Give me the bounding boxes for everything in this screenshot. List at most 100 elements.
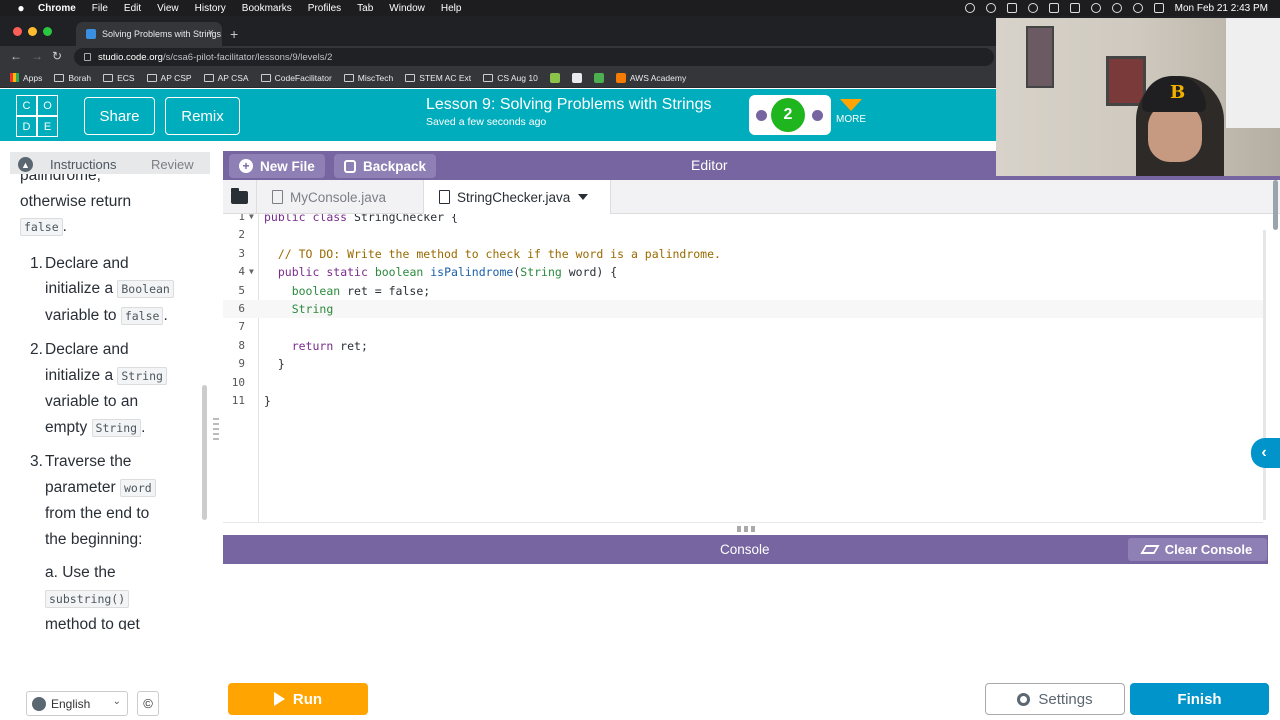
code-line[interactable]: 7: [223, 318, 1263, 336]
tab-review[interactable]: Review: [151, 157, 194, 172]
back-arrow-icon[interactable]: ←: [10, 49, 22, 63]
language-value: English: [51, 696, 91, 711]
code-text[interactable]: String: [264, 300, 334, 318]
code-line[interactable]: 5 boolean ret = false;: [223, 282, 1263, 300]
control-center-icon[interactable]: [1153, 3, 1164, 13]
bookmark-apps[interactable]: Apps: [10, 73, 42, 83]
code-text[interactable]: return ret;: [264, 337, 368, 355]
record-icon[interactable]: [964, 3, 975, 13]
remix-button[interactable]: Remix: [165, 97, 240, 135]
code-line[interactable]: 2: [223, 226, 1263, 244]
code-line[interactable]: 11}: [223, 392, 1263, 410]
code-text[interactable]: }: [264, 392, 271, 410]
menu-history[interactable]: History: [195, 3, 226, 14]
minimize-window-icon[interactable]: [28, 27, 37, 36]
menu-window[interactable]: Window: [389, 3, 425, 14]
bookmark-codefacilitator[interactable]: CodeFacilitator: [260, 73, 332, 83]
more-button[interactable]: MORE: [836, 97, 866, 125]
spotlight-search-icon[interactable]: [1132, 3, 1143, 13]
fold-arrow-icon[interactable]: ▼: [249, 214, 254, 226]
code-line[interactable]: 1 ▼ public class StringChecker {: [223, 214, 1263, 226]
code-line[interactable]: 9 }: [223, 355, 1263, 373]
pane-resize-handle[interactable]: [213, 418, 219, 440]
copyright-button[interactable]: ©: [137, 691, 159, 716]
finish-button[interactable]: Finish: [1130, 683, 1269, 715]
bookmark-ap-csa[interactable]: AP CSA: [203, 73, 249, 83]
run-button[interactable]: Run: [228, 683, 368, 715]
close-window-icon[interactable]: [13, 27, 22, 36]
browser-tab-active[interactable]: Solving Problems with Strings ×: [76, 22, 222, 46]
new-tab-icon[interactable]: +: [230, 26, 238, 42]
menu-bookmarks[interactable]: Bookmarks: [242, 3, 292, 14]
file-menu-caret-icon[interactable]: [578, 194, 589, 200]
code-scrollbar[interactable]: [1263, 230, 1266, 520]
language-select[interactable]: English ⌄: [26, 691, 128, 716]
code-line[interactable]: 10: [223, 374, 1263, 392]
file-tab-stringchecker[interactable]: StringChecker.java: [424, 180, 611, 214]
menu-help[interactable]: Help: [441, 3, 462, 14]
fold-arrow-icon[interactable]: ▼: [249, 263, 254, 281]
forward-arrow-icon[interactable]: →: [31, 49, 43, 63]
menu-profiles[interactable]: Profiles: [308, 3, 341, 14]
bookmark-image-icon[interactable]: [549, 72, 560, 83]
menu-tab[interactable]: Tab: [357, 3, 373, 14]
level-current-bubble[interactable]: 2: [771, 98, 805, 132]
zoom-window-icon[interactable]: [43, 27, 52, 36]
collapse-instructions-icon[interactable]: ▲: [18, 157, 33, 172]
file-tab-myconsole[interactable]: MyConsole.java: [257, 180, 424, 214]
code-text[interactable]: boolean ret = false;: [264, 282, 430, 300]
code-org-logo[interactable]: C O D E: [16, 95, 58, 137]
lesson-title[interactable]: Lesson 9: Solving Problems with Strings: [426, 96, 711, 114]
menu-view[interactable]: View: [157, 3, 179, 14]
console-output[interactable]: [223, 564, 1268, 676]
bookmark-table-icon[interactable]: [571, 72, 582, 83]
expand-side-panel-button[interactable]: ‹: [1251, 438, 1280, 468]
code-editor[interactable]: 1 ▼ public class StringChecker {2 3 // TO D…: [223, 214, 1263, 522]
drag-grip-icon[interactable]: [737, 526, 755, 532]
page-scrollbar[interactable]: [1273, 180, 1278, 230]
eject-icon[interactable]: [1048, 3, 1059, 13]
code-text[interactable]: public static boolean isPalindrome(Strin…: [264, 263, 617, 281]
code-line[interactable]: 8 return ret;: [223, 337, 1263, 355]
address-bar[interactable]: studio.code.org /s/csa6-pilot-facilitato…: [74, 48, 994, 66]
bookmark-cs-aug-10[interactable]: CS Aug 10: [483, 73, 538, 83]
tab-instructions[interactable]: Instructions: [50, 157, 116, 172]
code-text[interactable]: }: [264, 355, 285, 373]
menu-edit[interactable]: Edit: [124, 3, 141, 14]
bookmark-borah[interactable]: Borah: [54, 73, 91, 83]
bookmark-aws-academy[interactable]: AWS Academy: [615, 72, 686, 83]
wifi-icon[interactable]: [1090, 3, 1101, 13]
new-file-button[interactable]: + New File: [229, 154, 325, 178]
menu-file[interactable]: File: [92, 3, 108, 14]
editor-console-resizer[interactable]: [223, 522, 1263, 535]
bookmark-ap-csp[interactable]: AP CSP: [146, 73, 192, 83]
creative-cloud-icon[interactable]: [985, 3, 996, 13]
code-text[interactable]: public class StringChecker {: [264, 214, 458, 226]
clear-console-button[interactable]: Clear Console: [1128, 538, 1267, 561]
menu-app-name[interactable]: Chrome: [38, 3, 76, 14]
lock-icon[interactable]: [84, 53, 91, 61]
reload-icon[interactable]: ↻: [52, 49, 62, 63]
level-dot-next[interactable]: [812, 110, 823, 121]
bookmark-stem-ac-ext[interactable]: STEM AC Ext: [405, 73, 471, 83]
media-icon[interactable]: [1027, 3, 1038, 13]
level-dot-previous[interactable]: [756, 110, 767, 121]
close-tab-icon[interactable]: ×: [208, 27, 214, 39]
folder-icon[interactable]: [1006, 3, 1017, 13]
code-line[interactable]: 6 String: [223, 300, 1263, 319]
apple-icon[interactable]: ●: [14, 1, 28, 15]
code-text[interactable]: // TO DO: Write the method to check if t…: [264, 245, 721, 263]
volume-icon[interactable]: [1069, 3, 1080, 13]
bookmark-misctech[interactable]: MiscTech: [343, 73, 393, 83]
instructions-scrollbar[interactable]: [202, 385, 207, 520]
backpack-button[interactable]: Backpack: [334, 154, 437, 178]
code-line[interactable]: 4 ▼ public static boolean isPalindrome(St…: [223, 263, 1263, 281]
code-line[interactable]: 3 // TO DO: Write the method to check if…: [223, 245, 1263, 263]
user-icon[interactable]: [1111, 3, 1122, 13]
bookmark-ecs[interactable]: ECS: [103, 73, 135, 83]
aws-icon: [615, 72, 626, 83]
settings-button[interactable]: Settings: [985, 683, 1125, 715]
file-browser-button[interactable]: [223, 180, 257, 214]
bookmark-c-icon[interactable]: [593, 72, 604, 83]
share-button[interactable]: Share: [84, 97, 155, 135]
